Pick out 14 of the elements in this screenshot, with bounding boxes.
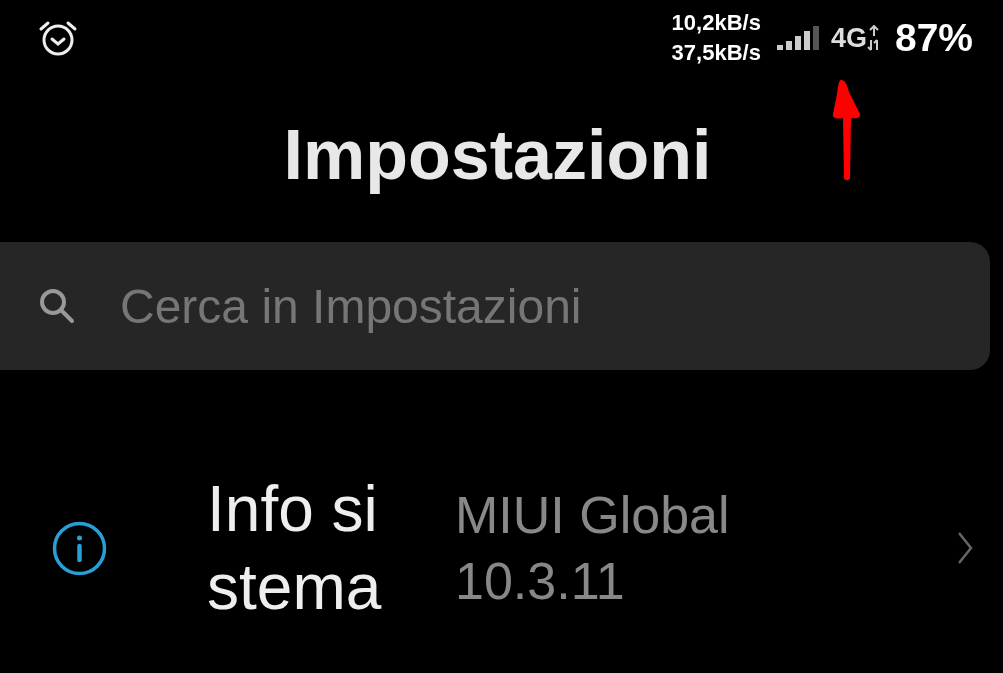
data-arrows-icon [866,25,881,51]
upload-speed: 10,2kB/s [671,9,761,37]
network-type: 4G [830,22,867,54]
chevron-right-icon [957,531,973,565]
setting-label[interactable]: Info sistema [207,470,393,626]
alarm-icon [38,19,78,57]
setting-value: MIUI Global 10.3.11 [455,485,731,612]
info-icon [52,520,107,576]
battery-level: 87% [894,16,973,60]
page-title: Impostazioni [283,115,712,195]
signal-icon [776,26,821,50]
download-speed: 37,5kB/s [671,39,761,67]
search-field[interactable]: Cerca in Impostazioni [0,242,990,370]
search-icon [38,287,76,325]
